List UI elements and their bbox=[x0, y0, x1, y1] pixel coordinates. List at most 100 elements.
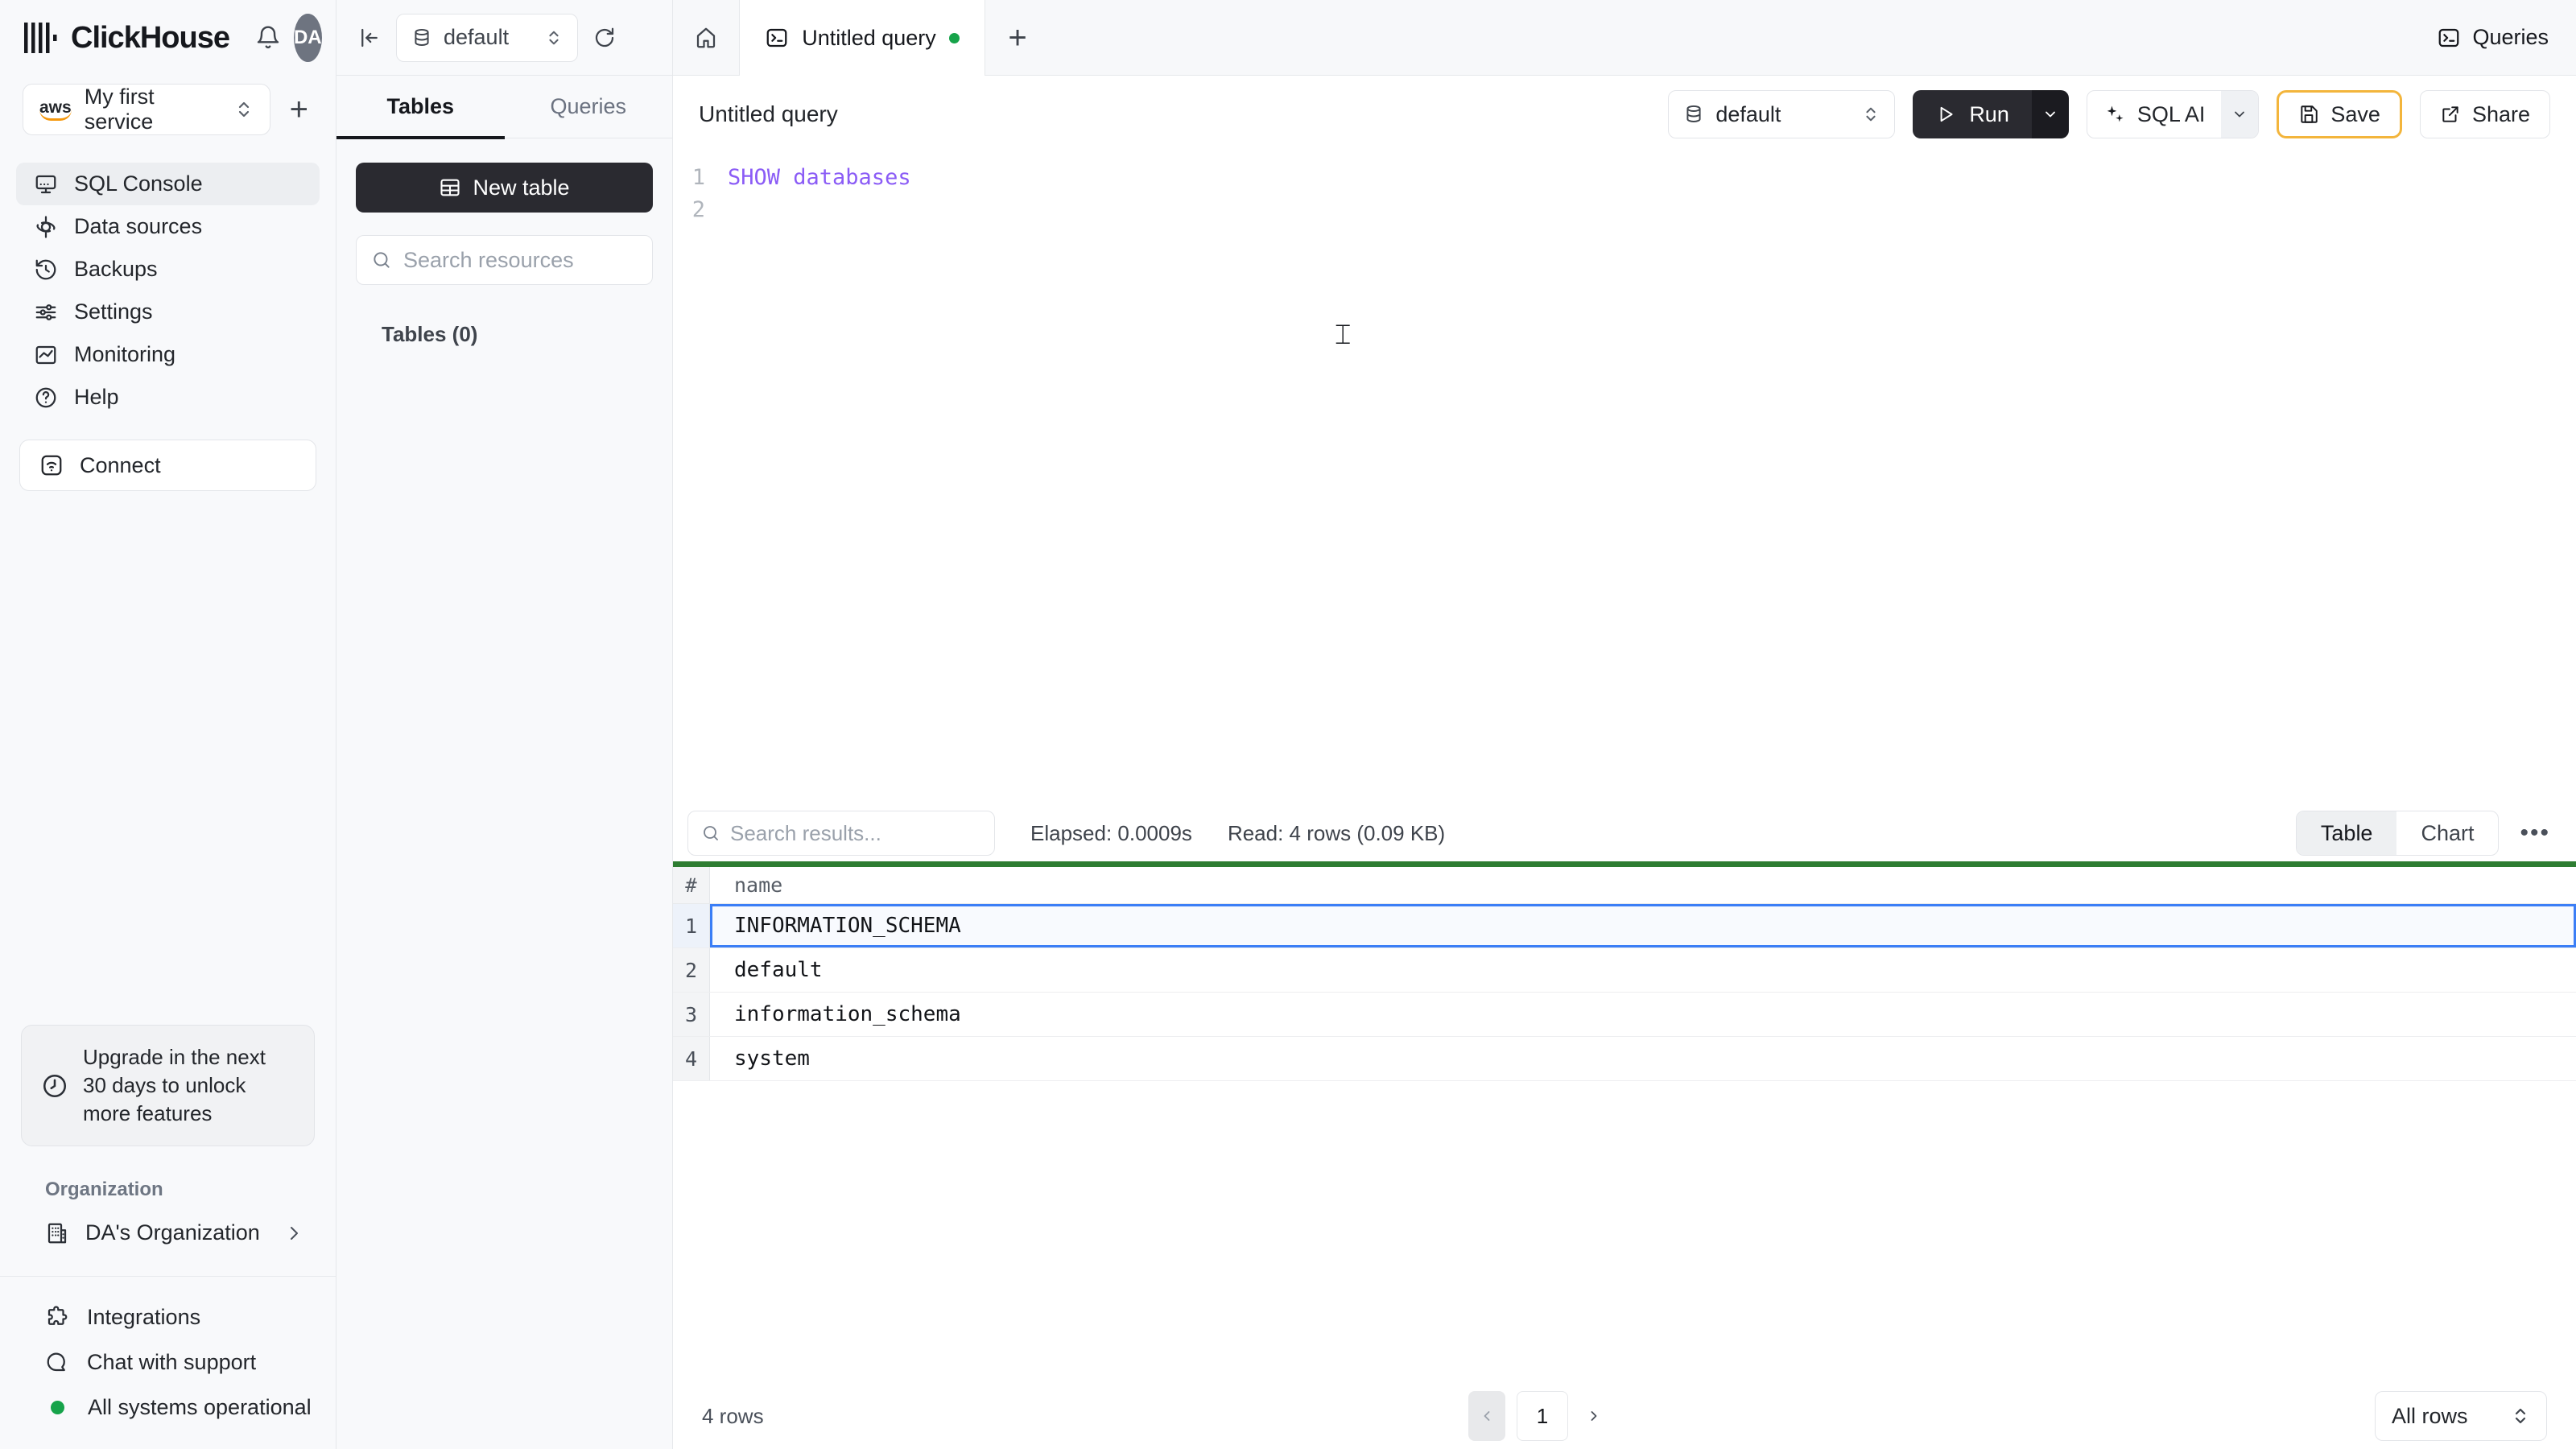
organization-row[interactable]: DA's Organization bbox=[0, 1201, 336, 1265]
table-grid-icon bbox=[439, 176, 461, 199]
sidebar-header: ClickHouse DA bbox=[0, 0, 336, 76]
editor-line: 2 bbox=[673, 193, 2576, 225]
line-number: 2 bbox=[691, 196, 705, 222]
sql-ai-label: SQL AI bbox=[2136, 101, 2206, 126]
sql-editor[interactable]: 1 SHOW databases 2 bbox=[673, 153, 2576, 805]
integrations-link[interactable]: Integrations bbox=[45, 1294, 336, 1340]
row-cell-name[interactable]: default bbox=[710, 948, 2576, 992]
row-number: 4 bbox=[673, 1037, 710, 1080]
sidebar-item-backups[interactable]: Backups bbox=[16, 248, 320, 291]
upgrade-notice[interactable]: Upgrade in the next 30 days to unlock mo… bbox=[21, 1025, 315, 1146]
next-page-button[interactable] bbox=[1579, 1408, 1608, 1424]
new-table-button[interactable]: New table bbox=[356, 163, 653, 213]
service-selector[interactable]: aws My first service bbox=[23, 84, 270, 135]
sliders-icon bbox=[34, 300, 58, 324]
results-table-header: # name bbox=[673, 867, 2576, 904]
view-toggle-chart[interactable]: Chart bbox=[2396, 811, 2498, 855]
table-row[interactable]: 4 system bbox=[673, 1037, 2576, 1081]
main-area: Untitled query + Queries Untitled query bbox=[673, 0, 2576, 1449]
clickhouse-logo-icon bbox=[24, 23, 58, 53]
run-options-button[interactable] bbox=[2031, 90, 2069, 138]
pagination: 1 bbox=[1468, 1391, 1608, 1441]
add-service-button[interactable]: + bbox=[285, 93, 313, 126]
app-window: ClickHouse DA aws My first service + SQL… bbox=[0, 0, 2576, 1449]
status-green-dot-icon bbox=[51, 1400, 64, 1414]
row-cell-name[interactable]: information_schema bbox=[710, 993, 2576, 1036]
query-title[interactable]: Untitled query bbox=[699, 101, 838, 127]
sidebar-item-settings[interactable]: Settings bbox=[16, 291, 320, 333]
resource-search[interactable] bbox=[356, 235, 653, 285]
sidebar-item-label: SQL Console bbox=[74, 171, 203, 196]
row-cell-name[interactable]: system bbox=[710, 1037, 2576, 1080]
query-toolbar: Untitled query default Run SQL AI Save S… bbox=[673, 76, 2576, 153]
column-header-name[interactable]: name bbox=[710, 867, 2576, 903]
run-button-group: Run bbox=[1913, 90, 2069, 138]
sidebar-item-label: Monitoring bbox=[74, 342, 176, 366]
row-number: 3 bbox=[673, 993, 710, 1036]
new-query-tab-button[interactable]: + bbox=[985, 0, 1050, 75]
table-row[interactable]: 1 INFORMATION_SCHEMA bbox=[673, 904, 2576, 948]
sidebar-item-data-sources[interactable]: Data sources bbox=[16, 205, 320, 248]
run-button[interactable]: Run bbox=[1913, 90, 2032, 138]
home-icon bbox=[696, 27, 716, 47]
elapsed-stat: Elapsed: 0.0009s bbox=[1030, 820, 1192, 845]
save-button[interactable]: Save bbox=[2277, 90, 2402, 138]
sidebar: ClickHouse DA aws My first service + SQL… bbox=[0, 0, 336, 1449]
avatar[interactable]: DA bbox=[293, 14, 322, 62]
run-database-value: default bbox=[1715, 101, 1781, 126]
view-toggle-table[interactable]: Table bbox=[2296, 811, 2397, 855]
sidebar-item-label: Data sources bbox=[74, 214, 203, 238]
run-database-selector[interactable]: default bbox=[1668, 90, 1896, 138]
table-row[interactable]: 2 default bbox=[673, 948, 2576, 993]
connect-label: Connect bbox=[80, 452, 161, 477]
prev-page-button[interactable] bbox=[1468, 1391, 1505, 1441]
sidebar-item-monitoring[interactable]: Monitoring bbox=[16, 333, 320, 376]
sql-ai-options-button[interactable] bbox=[2221, 91, 2259, 138]
current-page[interactable]: 1 bbox=[1517, 1391, 1568, 1441]
results-search[interactable] bbox=[687, 811, 995, 856]
sidebar-item-label: Backups bbox=[74, 257, 158, 281]
sql-ai-button[interactable]: SQL AI bbox=[2087, 91, 2222, 138]
database-selector[interactable]: default bbox=[396, 13, 578, 62]
share-button[interactable]: Share bbox=[2419, 90, 2550, 138]
column-header-num[interactable]: # bbox=[673, 867, 710, 903]
share-external-icon bbox=[2440, 104, 2461, 125]
organization-section-label: Organization bbox=[45, 1179, 163, 1200]
refresh-icon[interactable] bbox=[592, 26, 617, 50]
more-options-icon[interactable]: ••• bbox=[2520, 819, 2562, 847]
connect-button[interactable]: Connect bbox=[19, 440, 316, 491]
organization-building-icon bbox=[45, 1221, 69, 1245]
chevron-updown-icon bbox=[234, 99, 254, 120]
database-icon bbox=[411, 27, 432, 48]
sidebar-item-label: Settings bbox=[74, 299, 153, 324]
organization-name: DA's Organization bbox=[85, 1220, 260, 1245]
active-query-tab[interactable]: Untitled query bbox=[739, 0, 985, 76]
page-size-selector[interactable]: All rows bbox=[2375, 1391, 2547, 1441]
editor-line: 1 SHOW databases bbox=[673, 161, 2576, 193]
sidebar-item-sql-console[interactable]: SQL Console bbox=[16, 163, 320, 205]
resource-search-input[interactable] bbox=[403, 247, 638, 273]
results-search-input[interactable] bbox=[730, 820, 981, 846]
sql-ai-button-group: SQL AI bbox=[2086, 90, 2260, 138]
row-cell-name[interactable]: INFORMATION_SCHEMA bbox=[710, 904, 2576, 947]
table-row[interactable]: 3 information_schema bbox=[673, 993, 2576, 1037]
explorer-body: New table Tables (0) bbox=[336, 138, 672, 371]
tab-tables[interactable]: Tables bbox=[336, 76, 505, 139]
view-toggle: Table Chart bbox=[2295, 811, 2500, 856]
chat-support-link[interactable]: Chat with support bbox=[45, 1340, 336, 1385]
save-label: Save bbox=[2330, 101, 2380, 126]
queries-panel-button[interactable]: Queries bbox=[2437, 0, 2549, 75]
terminal-icon bbox=[2437, 26, 2461, 50]
sidebar-item-help[interactable]: Help bbox=[16, 376, 320, 419]
explorer-panel: default Tables Queries New table Search … bbox=[336, 0, 673, 1449]
explorer-topbar: default bbox=[336, 0, 672, 76]
tab-queries[interactable]: Queries bbox=[505, 76, 673, 138]
page-size-value: All rows bbox=[2392, 1403, 2468, 1428]
system-status-link[interactable]: All systems operational bbox=[45, 1385, 336, 1430]
service-name: My first service bbox=[84, 85, 155, 134]
database-icon bbox=[1683, 104, 1704, 125]
chat-bubble-icon bbox=[45, 1350, 69, 1374]
collapse-panel-icon[interactable] bbox=[357, 26, 382, 50]
home-tab[interactable] bbox=[673, 0, 739, 75]
notifications-bell-icon[interactable] bbox=[255, 25, 281, 51]
